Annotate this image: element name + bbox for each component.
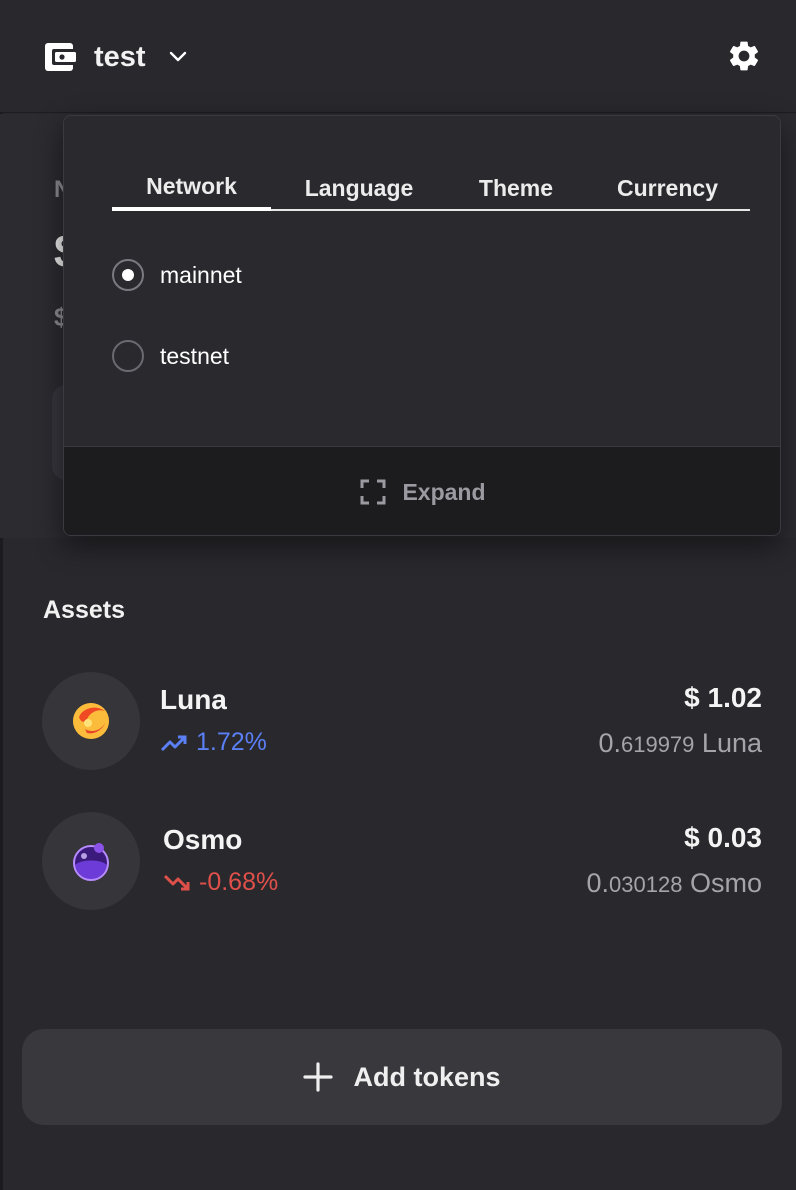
asset-row-osmo[interactable]: Osmo -0.68% $ 0.03 0.030128 Osmo <box>42 812 762 912</box>
asset-amount: 0.619979 Luna <box>598 728 762 759</box>
network-option-label: testnet <box>160 342 230 369</box>
header: test <box>0 0 796 113</box>
osmo-icon <box>73 843 109 881</box>
asset-amount: 0.030128 Osmo <box>587 868 762 899</box>
asset-value: $ 1.02 <box>684 682 762 713</box>
wallet-name: test <box>94 40 146 73</box>
wallet-selector[interactable]: test <box>44 38 188 76</box>
network-option-testnet[interactable]: testnet <box>112 338 229 374</box>
trending-down-icon <box>163 874 190 890</box>
expand-label: Expand <box>402 478 486 505</box>
network-option-label: mainnet <box>160 261 242 288</box>
add-tokens-label: Add tokens <box>353 1061 501 1092</box>
radio-button[interactable] <box>112 340 144 372</box>
amount-int: 0. <box>586 868 610 898</box>
gear-icon[interactable] <box>726 38 762 74</box>
osmo-logo <box>42 812 140 910</box>
wallet-icon <box>45 43 76 71</box>
amount-unit: Osmo <box>689 868 762 898</box>
asset-change-value: 1.72% <box>196 728 267 756</box>
assets-heading: Assets <box>43 596 125 624</box>
trending-up-icon <box>160 735 187 751</box>
asset-change-value: -0.68% <box>199 868 279 896</box>
settings-popover: Network Language Theme Currency mainnet … <box>63 115 781 536</box>
asset-value: $ 0.03 <box>684 822 762 853</box>
tab-network[interactable]: Network <box>112 166 271 211</box>
asset-name: Osmo <box>163 824 243 855</box>
amount-int: 0. <box>598 728 621 758</box>
chevron-down-icon <box>169 51 186 62</box>
amount-unit: Luna <box>701 728 762 758</box>
tab-theme[interactable]: Theme <box>447 166 585 211</box>
luna-logo <box>42 672 140 770</box>
asset-change: -0.68% <box>163 868 278 897</box>
amount-dec: 619979 <box>620 732 695 757</box>
add-tokens-button[interactable]: Add tokens <box>22 1029 782 1125</box>
expand-icon <box>360 479 386 505</box>
tab-language[interactable]: Language <box>271 166 447 211</box>
luna-icon <box>73 703 109 739</box>
settings-tabs: Network Language Theme Currency <box>112 166 750 211</box>
tab-currency[interactable]: Currency <box>585 166 750 211</box>
asset-change: 1.72% <box>160 728 267 757</box>
radio-button-selected[interactable] <box>112 259 144 291</box>
network-option-mainnet[interactable]: mainnet <box>112 257 242 293</box>
plus-icon <box>303 1062 334 1092</box>
amount-dec: 030128 <box>609 872 683 897</box>
wallet-app: test N $ $ Network Language Theme Curren… <box>0 0 796 1190</box>
asset-name: Luna <box>160 684 227 715</box>
asset-row-luna[interactable]: Luna 1.72% $ 1.02 0.619979 Luna <box>42 672 762 772</box>
expand-button[interactable]: Expand <box>64 446 780 535</box>
